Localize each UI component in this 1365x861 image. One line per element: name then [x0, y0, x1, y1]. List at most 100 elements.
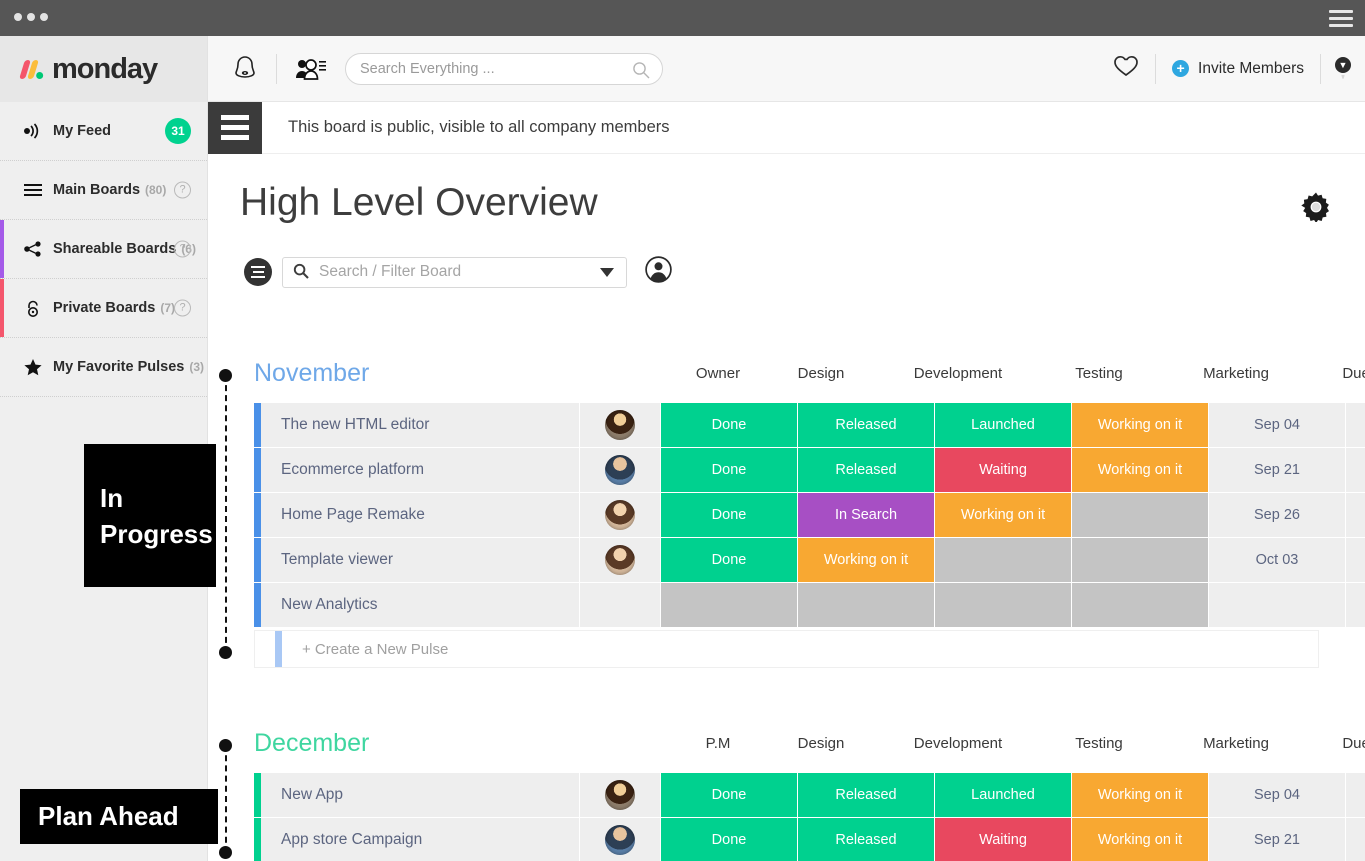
- help-icon[interactable]: ?: [174, 299, 191, 317]
- due-date-cell[interactable]: Sep 04: [1209, 403, 1345, 447]
- row-title[interactable]: Ecommerce platform: [261, 448, 579, 492]
- column-header[interactable]: Marketing: [1176, 735, 1296, 752]
- status-cell[interactable]: Waiting: [935, 818, 1071, 861]
- heart-icon[interactable]: [1113, 54, 1139, 83]
- table-row[interactable]: Ecommerce platform Done Released Waiting Wor…: [254, 448, 1365, 492]
- status-cell[interactable]: Done: [661, 448, 797, 492]
- extra-cell[interactable]: [1346, 403, 1365, 447]
- gear-icon[interactable]: [1301, 192, 1331, 227]
- table-row[interactable]: New App Done Released Launched Working on it…: [254, 773, 1365, 817]
- status-cell[interactable]: Done: [661, 773, 797, 817]
- due-date-cell[interactable]: Sep 04: [1209, 773, 1345, 817]
- window-menu-icon[interactable]: [1329, 10, 1353, 27]
- notification-bell-icon[interactable]: [230, 55, 260, 83]
- row-owner-cell[interactable]: [580, 493, 660, 537]
- column-header[interactable]: Development: [898, 735, 1018, 752]
- row-title[interactable]: New Analytics: [261, 583, 579, 627]
- status-cell[interactable]: Released: [798, 773, 934, 817]
- status-cell[interactable]: Working on it: [1072, 403, 1208, 447]
- filter-icon[interactable]: [244, 258, 272, 286]
- table-row[interactable]: New Analytics: [254, 583, 1365, 627]
- search-everything-input[interactable]: Search Everything ...: [345, 52, 663, 85]
- sidebar-item-my-feed[interactable]: My Feed 31: [0, 102, 207, 161]
- help-icon[interactable]: ?: [174, 181, 191, 199]
- status-cell[interactable]: Done: [661, 538, 797, 582]
- column-header[interactable]: Due Date: [1314, 735, 1365, 752]
- status-cell[interactable]: Working on it: [798, 538, 934, 582]
- status-cell[interactable]: Released: [798, 818, 934, 861]
- status-cell[interactable]: Done: [661, 818, 797, 861]
- user-menu[interactable]: ▼: [1333, 54, 1353, 79]
- due-date-cell[interactable]: [1209, 583, 1345, 627]
- column-header[interactable]: P.M: [658, 735, 778, 752]
- due-date-cell[interactable]: Sep 21: [1209, 448, 1345, 492]
- status-cell[interactable]: Working on it: [935, 493, 1071, 537]
- board-menu-icon[interactable]: [208, 101, 262, 154]
- row-owner-cell[interactable]: [580, 583, 660, 627]
- app-logo[interactable]: monday: [0, 36, 207, 102]
- status-cell[interactable]: Working on it: [1072, 818, 1208, 861]
- column-header[interactable]: Marketing: [1176, 365, 1296, 382]
- due-date-cell[interactable]: Sep 21: [1209, 818, 1345, 861]
- status-cell[interactable]: Working on it: [1072, 773, 1208, 817]
- extra-cell[interactable]: [1346, 448, 1365, 492]
- status-cell[interactable]: Launched: [935, 773, 1071, 817]
- row-owner-cell[interactable]: [580, 448, 660, 492]
- row-title[interactable]: New App: [261, 773, 579, 817]
- column-header[interactable]: Testing: [1039, 735, 1159, 752]
- status-cell[interactable]: Released: [798, 403, 934, 447]
- status-cell[interactable]: In Search: [798, 493, 934, 537]
- extra-cell[interactable]: [1346, 583, 1365, 627]
- table-row[interactable]: App store Campaign Done Released Waiting Wor…: [254, 818, 1365, 861]
- due-date-cell[interactable]: Oct 03: [1209, 538, 1345, 582]
- row-owner-cell[interactable]: [580, 538, 660, 582]
- row-title[interactable]: Template viewer: [261, 538, 579, 582]
- extra-cell[interactable]: [1346, 538, 1365, 582]
- invite-members-button[interactable]: + Invite Members: [1172, 60, 1304, 78]
- status-cell[interactable]: [1072, 583, 1208, 627]
- status-cell[interactable]: Working on it: [1072, 448, 1208, 492]
- table-row[interactable]: Template viewer Done Working on it Oct 03: [254, 538, 1365, 582]
- sidebar-item-main-boards[interactable]: Main Boards (80) ?: [0, 161, 207, 220]
- column-header[interactable]: Design: [761, 365, 881, 382]
- chevron-down-icon[interactable]: [600, 267, 614, 277]
- column-header[interactable]: Owner: [658, 365, 778, 382]
- extra-cell[interactable]: [1346, 818, 1365, 861]
- table-row[interactable]: The new HTML editor Done Released Launched W…: [254, 403, 1365, 447]
- sidebar-item-shareable-boards[interactable]: Shareable Boards (6) ?: [0, 220, 207, 279]
- table-row[interactable]: Home Page Remake Done In Search Working on …: [254, 493, 1365, 537]
- due-date-cell[interactable]: Sep 26: [1209, 493, 1345, 537]
- status-cell[interactable]: Done: [661, 493, 797, 537]
- row-owner-cell[interactable]: [580, 773, 660, 817]
- help-icon[interactable]: ?: [174, 240, 191, 258]
- person-circle-icon[interactable]: [645, 256, 672, 288]
- column-header[interactable]: Testing: [1039, 365, 1159, 382]
- status-cell[interactable]: [935, 538, 1071, 582]
- column-header[interactable]: Design: [761, 735, 881, 752]
- extra-cell[interactable]: [1346, 493, 1365, 537]
- sidebar-item-private-boards[interactable]: Private Boards (7) ?: [0, 279, 207, 338]
- chevron-down-icon[interactable]: ▼: [1333, 54, 1353, 75]
- column-header[interactable]: Development: [898, 365, 1018, 382]
- status-cell[interactable]: [661, 583, 797, 627]
- sidebar-item-my-favorite-pulses[interactable]: My Favorite Pulses (3): [0, 338, 207, 397]
- group-title[interactable]: November: [254, 359, 369, 388]
- status-cell[interactable]: Waiting: [935, 448, 1071, 492]
- status-cell[interactable]: Done: [661, 403, 797, 447]
- status-cell[interactable]: [1072, 493, 1208, 537]
- people-list-icon[interactable]: [293, 58, 329, 80]
- column-header[interactable]: Due Date: [1314, 365, 1365, 382]
- row-title[interactable]: Home Page Remake: [261, 493, 579, 537]
- search-filter-board-input[interactable]: Search / Filter Board: [282, 256, 627, 288]
- extra-cell[interactable]: [1346, 773, 1365, 817]
- create-new-pulse-row[interactable]: + Create a New Pulse: [254, 630, 1319, 668]
- status-cell[interactable]: [798, 583, 934, 627]
- row-title[interactable]: App store Campaign: [261, 818, 579, 861]
- status-cell[interactable]: [935, 583, 1071, 627]
- group-title[interactable]: December: [254, 729, 369, 758]
- row-owner-cell[interactable]: [580, 403, 660, 447]
- status-cell[interactable]: [1072, 538, 1208, 582]
- row-owner-cell[interactable]: [580, 818, 660, 861]
- row-title[interactable]: The new HTML editor: [261, 403, 579, 447]
- status-cell[interactable]: Launched: [935, 403, 1071, 447]
